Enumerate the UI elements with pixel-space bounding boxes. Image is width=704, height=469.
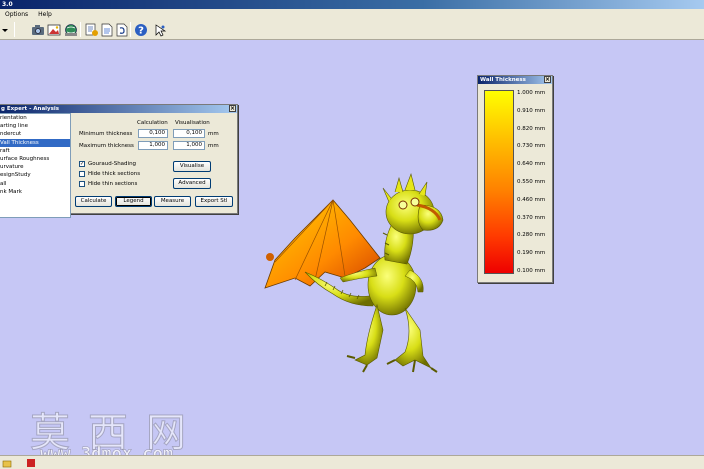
analysis-list-item[interactable]: nk Mark <box>0 188 70 196</box>
scale-tick-label: 0.370 mm <box>517 214 546 221</box>
toolbar-separator <box>14 22 15 37</box>
scale-tick-label: 0.460 mm <box>517 196 546 203</box>
svg-text:?: ? <box>138 25 144 36</box>
image-icon[interactable] <box>45 21 62 38</box>
analysis-list-item[interactable]: all <box>0 180 70 188</box>
toolbar-separator <box>80 22 81 37</box>
hide-thick-sections-checkbox[interactable] <box>79 171 85 177</box>
analysis-list-item[interactable]: ndercut <box>0 130 70 138</box>
gouraud-shading-checkbox[interactable]: ✓ <box>79 161 85 167</box>
close-icon[interactable]: × <box>544 76 551 83</box>
unit-label: mm <box>208 131 219 137</box>
maximum-thickness-label: Maximum thickness <box>79 143 134 149</box>
analysis-type-list[interactable]: rientation arting line ndercut Vall Thickne… <box>0 113 71 218</box>
menu-help[interactable]: Help <box>37 11 53 18</box>
gouraud-shading-label: Gouraud-Shading <box>88 161 137 167</box>
pointer-icon[interactable] <box>151 21 168 38</box>
analysis-panel-title: g Expert - Analysis <box>1 106 60 112</box>
toolbar-separator <box>130 22 131 37</box>
scale-tick-label: 0.100 mm <box>517 268 546 274</box>
analysis-list-item[interactable]: urvature <box>0 163 70 171</box>
scale-tick-label: 0.730 mm <box>517 143 546 150</box>
analysis-list-item[interactable]: rientation <box>0 114 70 122</box>
window-title-bar: 3.0 <box>0 0 704 9</box>
camera-icon[interactable] <box>29 21 46 38</box>
scale-tick-label: 0.280 mm <box>517 232 546 239</box>
menu-options[interactable]: Options <box>4 11 29 18</box>
analysis-list-item[interactable]: esignStudy <box>0 171 70 179</box>
unit-label: mm <box>208 143 219 149</box>
visualisation-column-header: Visualisation <box>175 120 210 126</box>
wall-thickness-legend-panel: Wall Thickness × 1.000 mm 0.910 mm 0.820 m… <box>477 75 553 283</box>
undo-icon[interactable] <box>113 21 130 38</box>
scale-tick-label: 0.910 mm <box>517 107 546 114</box>
hide-thin-sections-label: Hide thin sections <box>88 181 138 187</box>
scale-tick-label: 0.550 mm <box>517 179 546 185</box>
export-stl-button[interactable]: Export Stl <box>195 196 233 207</box>
folder-icon[interactable] <box>2 458 12 468</box>
scale-tick-label: 0.190 mm <box>517 250 546 257</box>
min-thickness-calc-input[interactable]: 0,100 <box>138 129 168 138</box>
toolbar: ? <box>0 20 704 40</box>
hide-thin-sections-checkbox[interactable] <box>79 181 85 187</box>
max-thickness-vis-input[interactable]: 1,000 <box>173 141 205 150</box>
analysis-list-item[interactable]: raft <box>0 147 70 155</box>
hide-thick-sections-label: Hide thick sections <box>88 171 141 177</box>
scale-tick-label: 0.640 mm <box>517 161 546 168</box>
app-icon[interactable] <box>26 458 36 468</box>
analysis-list-item[interactable]: Vall Thickness <box>0 138 70 147</box>
legend-panel-title: Wall Thickness <box>480 77 526 83</box>
min-thickness-vis-input[interactable]: 0,100 <box>173 129 205 138</box>
status-bar <box>0 455 704 469</box>
calculate-button[interactable]: Calculate <box>75 196 112 207</box>
scale-tick-label: 1.000 mm <box>517 90 546 96</box>
dropdown-arrow-icon[interactable] <box>0 21 13 38</box>
analysis-panel-title-bar[interactable]: g Expert - Analysis × <box>0 105 237 113</box>
calculation-column-header: Calculation <box>137 120 168 126</box>
window-title: 3.0 <box>2 1 13 8</box>
legend-button[interactable]: Legend <box>115 196 152 207</box>
help-icon[interactable]: ? <box>132 21 149 38</box>
analysis-list-item[interactable]: urface Roughness <box>0 155 70 163</box>
analysis-panel: g Expert - Analysis × rientation arting l… <box>0 104 238 218</box>
thickness-color-scale <box>484 90 514 274</box>
measure-button[interactable]: Measure <box>154 196 191 207</box>
menu-bar: Options Help <box>0 9 704 20</box>
advanced-button[interactable]: Advanced <box>173 178 211 189</box>
legend-panel-title-bar[interactable]: Wall Thickness × <box>478 76 552 84</box>
dragon-3d-model[interactable] <box>255 160 455 390</box>
max-thickness-calc-input[interactable]: 1,000 <box>138 141 168 150</box>
scale-tick-label: 0.820 mm <box>517 125 546 132</box>
close-icon[interactable]: × <box>229 105 236 112</box>
minimum-thickness-label: Minimum thickness <box>79 131 133 137</box>
globe-icon[interactable] <box>62 21 79 38</box>
analysis-list-item[interactable]: arting line <box>0 122 70 130</box>
visualise-button[interactable]: Visualise <box>173 161 211 172</box>
